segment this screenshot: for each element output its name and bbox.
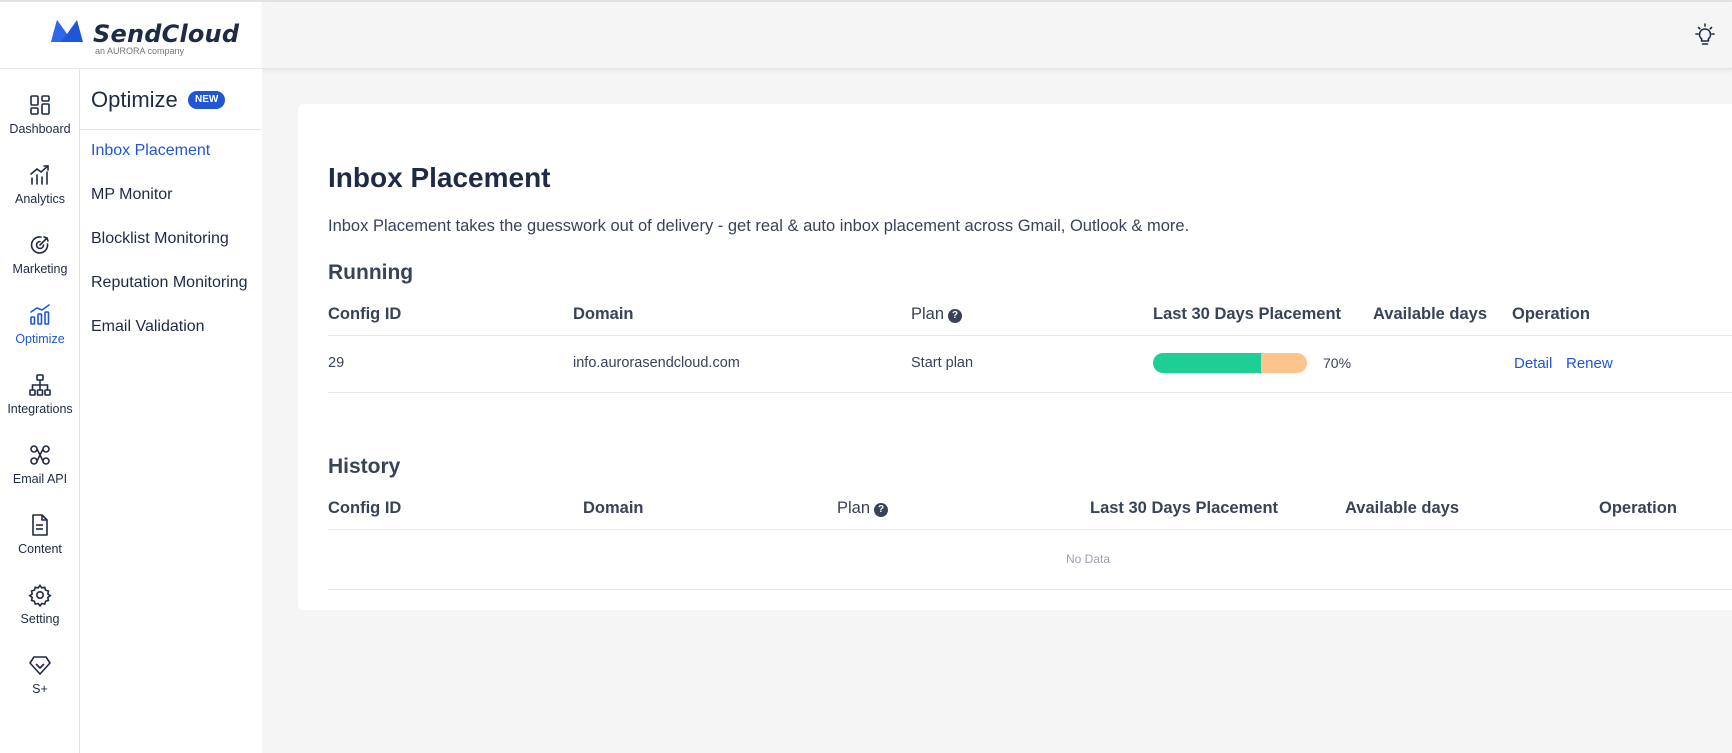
diamond-icon (29, 656, 51, 675)
nav-label: Content (18, 542, 62, 556)
running-section-title: Running (328, 261, 414, 284)
submenu-header: Optimize NEW (80, 69, 262, 130)
nav-label: Optimize (15, 332, 65, 346)
cell-config-id: 29 (328, 355, 345, 371)
bar-chart-icon (30, 304, 50, 325)
nav-item-marketing[interactable]: Marketing (0, 233, 80, 293)
table-divider (328, 589, 1732, 590)
nav-item-optimize[interactable]: Optimize (0, 303, 80, 363)
submenu-title: Optimize (91, 87, 178, 112)
renew-link[interactable]: Renew (1566, 355, 1613, 372)
placement-progress-bar (1153, 353, 1307, 373)
submenu-item-email-validation[interactable]: Email Validation (91, 318, 205, 336)
top-header (262, 2, 1732, 69)
sendcloud-logo-icon (51, 20, 83, 42)
page-title: Inbox Placement (328, 162, 551, 193)
brand-name: SendCloud (93, 20, 240, 48)
nav-item-s-plus[interactable]: S+ (0, 653, 80, 713)
submenu-item-blocklist-monitoring[interactable]: Blocklist Monitoring (91, 230, 229, 248)
help-icon[interactable]: ? (948, 309, 963, 323)
chart-trend-icon (30, 165, 49, 185)
optimize-submenu: Optimize NEW Inbox Placement MP Monitor … (80, 69, 262, 753)
nav-item-content[interactable]: Content (0, 513, 80, 573)
hierarchy-icon (29, 374, 51, 396)
new-badge: NEW (188, 91, 226, 109)
history-col-header-available-days: Available days (1345, 499, 1460, 517)
nav-label: S+ (32, 682, 48, 696)
help-icon[interactable]: ? (874, 503, 889, 517)
col-header-available-days: Available days (1373, 305, 1488, 323)
document-icon (32, 514, 48, 536)
col-header-plan-label: Plan (911, 305, 945, 323)
history-section-title: History (328, 455, 401, 478)
placement-progress-fill (1153, 353, 1261, 373)
table-divider (328, 529, 1732, 530)
page-description: Inbox Placement takes the guesswork out … (328, 217, 1190, 235)
detail-link[interactable]: Detail (1514, 355, 1552, 372)
submenu-item-mp-monitor[interactable]: MP Monitor (91, 186, 173, 204)
placement-percent: 70% (1323, 355, 1352, 371)
nav-item-email-api[interactable]: Email API (0, 443, 80, 503)
history-col-header-domain: Domain (583, 499, 644, 517)
cell-domain: info.aurorasendcloud.com (573, 355, 740, 371)
col-header-operation: Operation (1512, 305, 1590, 323)
table-divider (328, 392, 1732, 393)
gear-icon (28, 584, 52, 607)
col-header-placement: Last 30 Days Placement (1153, 305, 1342, 323)
inbox-placement-card: Inbox Placement Inbox Placement takes th… (298, 104, 1732, 610)
submenu-item-reputation-monitoring[interactable]: Reputation Monitoring (91, 274, 248, 292)
logo-area: SendCloud an AURORA company (0, 2, 262, 69)
main-nav-rail: Dashboard Analytics Marketing Optimize I… (0, 69, 80, 753)
cell-plan: Start plan (911, 355, 974, 371)
history-col-header-config-id: Config ID (328, 499, 402, 517)
col-header-domain: Domain (573, 305, 634, 323)
nav-item-analytics[interactable]: Analytics (0, 163, 80, 223)
col-header-plan: Plan? (911, 305, 963, 324)
nav-label: Analytics (14, 192, 66, 206)
col-header-config-id: Config ID (328, 305, 402, 323)
nav-label: Email API (12, 472, 68, 486)
api-icon (30, 445, 50, 465)
submenu-item-inbox-placement[interactable]: Inbox Placement (91, 142, 210, 160)
brand-tagline: an AURORA company (95, 46, 185, 56)
lightbulb-icon[interactable] (1692, 22, 1718, 48)
nav-label: Setting (20, 612, 60, 626)
history-col-header-plan: Plan? (837, 499, 889, 518)
history-col-header-operation: Operation (1599, 499, 1677, 517)
nav-label: Integrations (7, 402, 73, 416)
no-data-text: No Data (1066, 552, 1111, 566)
nav-item-setting[interactable]: Setting (0, 583, 80, 643)
table-divider (328, 335, 1732, 336)
nav-label: Marketing (12, 262, 68, 276)
history-col-header-placement: Last 30 Days Placement (1090, 499, 1279, 517)
nav-item-dashboard[interactable]: Dashboard (0, 93, 80, 153)
nav-item-integrations[interactable]: Integrations (0, 373, 80, 433)
target-icon (30, 236, 49, 254)
nav-label: Dashboard (9, 122, 71, 136)
grid-icon (30, 95, 50, 115)
history-col-header-plan-label: Plan (837, 499, 871, 517)
